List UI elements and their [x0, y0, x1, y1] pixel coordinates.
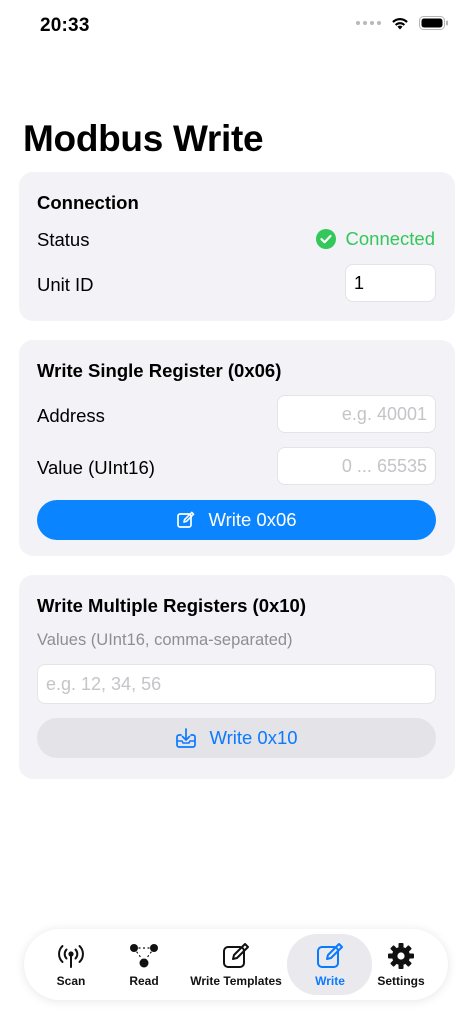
write-0x06-label: Write 0x06 — [208, 509, 297, 530]
checkmark-circle-icon — [315, 229, 336, 249]
tab-scan[interactable]: Scan — [46, 929, 96, 1000]
tab-read-label: Read — [129, 973, 159, 988]
value-label: Value (UInt16) — [37, 457, 155, 478]
address-label: Address — [37, 405, 105, 426]
connection-status-text: Connected — [345, 228, 435, 249]
unit-id-label: Unit ID — [37, 274, 94, 295]
battery-icon — [419, 16, 448, 30]
address-field[interactable]: e.g. 40001 — [277, 395, 436, 433]
tab-read[interactable]: Read — [119, 929, 169, 1000]
multiple-registers-title: Write Multiple Registers (0x10) — [37, 595, 307, 616]
square-pencil-icon — [177, 511, 195, 528]
status-bar: 20:33 — [0, 0, 473, 52]
connection-title: Connection — [37, 192, 139, 213]
page-title: Modbus Write — [23, 118, 264, 159]
tab-write-templates[interactable]: Write Templates — [186, 929, 286, 1000]
connection-card: Connection Status Connected Unit ID 1 — [19, 172, 455, 321]
write-0x06-button[interactable]: Write 0x06 — [37, 500, 436, 540]
single-register-card: Write Single Register (0x06) Address e.g… — [19, 340, 455, 556]
network-nodes-icon — [129, 942, 159, 970]
single-register-title: Write Single Register (0x06) — [37, 360, 282, 381]
status-label: Status — [37, 229, 90, 250]
value-field[interactable]: 0 ... 65535 — [277, 447, 436, 485]
unit-id-field[interactable]: 1 — [345, 264, 436, 302]
antenna-icon — [56, 942, 86, 970]
cellular-signal-icon — [356, 21, 381, 25]
write-0x10-button[interactable]: Write 0x10 — [37, 718, 436, 758]
tab-write[interactable]: Write — [304, 929, 356, 1000]
tab-write-templates-label: Write Templates — [190, 973, 282, 988]
wifi-icon — [392, 18, 408, 30]
tab-write-label: Write — [315, 973, 345, 988]
status-time: 20:33 — [40, 15, 90, 36]
square-pencil-icon — [316, 942, 344, 970]
tab-bar: Scan Read Write Templates Write Settings — [24, 929, 448, 1000]
tab-scan-label: Scan — [56, 973, 86, 988]
tray-arrow-down-icon — [176, 728, 197, 748]
write-0x10-label: Write 0x10 — [209, 727, 298, 748]
tab-settings[interactable]: Settings — [373, 929, 429, 1000]
multiple-registers-card: Write Multiple Registers (0x10) Values (… — [19, 575, 455, 779]
tab-settings-label: Settings — [377, 973, 425, 988]
status-icons — [356, 16, 449, 30]
values-field[interactable]: e.g. 12, 34, 56 — [37, 664, 436, 704]
connection-status: Connected — [315, 228, 435, 250]
square-pencil-icon — [222, 942, 250, 970]
gear-icon — [387, 942, 415, 970]
values-hint: Values (UInt16, comma-separated) — [37, 631, 293, 649]
